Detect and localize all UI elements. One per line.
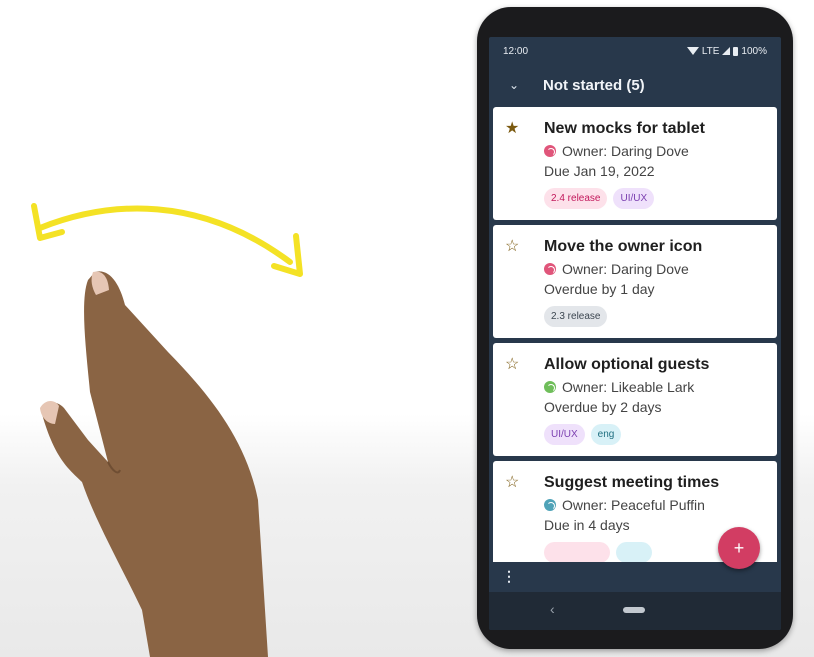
owner-avatar-icon [544,381,556,393]
back-icon[interactable]: ‹ [550,601,555,617]
task-list[interactable]: ★ New mocks for tablet Owner: Daring Dov… [489,105,781,562]
phone-screen: 12:00 LTE 100% ⌄ Not started (5) ★ New m [489,37,781,630]
tag-chips: 2.4 release UI/UX [544,188,777,209]
owner-avatar-icon [544,145,556,157]
status-bar: 12:00 LTE 100% [489,37,781,65]
owner-row: Owner: Likeable Lark [544,378,777,396]
task-title: New mocks for tablet [544,120,705,137]
status-indicators: LTE 100% [686,45,767,57]
star-outline-icon[interactable]: ☆ [505,474,519,492]
scene: 12:00 LTE 100% ⌄ Not started (5) ★ New m [0,0,814,657]
due-date: Overdue by 2 days [544,399,662,415]
tag-chip[interactable]: 2.3 release [544,306,608,327]
owner-row: Owner: Peaceful Puffin [544,496,777,514]
task-title: Move the owner icon [544,238,703,255]
star-filled-icon[interactable]: ★ [505,120,519,138]
due-date: Overdue by 1 day [544,281,655,297]
chevron-down-icon[interactable]: ⌄ [509,78,543,92]
owner-avatar-icon [544,263,556,275]
due-date: Due Jan 19, 2022 [544,163,655,179]
battery-icon [733,46,739,56]
section-title: Not started (5) [543,76,645,94]
owner-label: Owner: Daring Dove [562,261,689,277]
tag-chip[interactable] [544,542,610,562]
status-time: 12:00 [503,45,529,57]
tag-chip[interactable] [616,542,652,562]
task-card[interactable]: ☆ Allow optional guests Owner: Likeable … [493,343,777,456]
signal-icon [722,47,731,55]
owner-row: Owner: Daring Dove [544,260,777,278]
task-card[interactable]: ★ New mocks for tablet Owner: Daring Dov… [493,107,777,220]
section-header[interactable]: ⌄ Not started (5) [489,65,781,105]
wifi-icon [686,47,699,55]
home-pill-icon[interactable] [623,607,645,613]
tag-chip[interactable]: UI/UX [544,424,585,445]
overflow-menu-icon[interactable]: ⋮ [502,568,516,585]
star-outline-icon[interactable]: ☆ [505,238,519,256]
task-title: Suggest meeting times [544,474,720,491]
tag-chips: UI/UX eng [544,424,777,445]
owner-row: Owner: Daring Dove [544,142,777,160]
hand-icon [40,271,268,657]
tag-chips: 2.3 release [544,306,777,327]
tag-chip[interactable]: eng [590,424,622,445]
hand-swipe-illustration [31,203,303,657]
add-task-fab[interactable]: + [718,527,760,569]
phone-device: 12:00 LTE 100% ⌄ Not started (5) ★ New m [477,7,793,649]
task-card[interactable]: ☆ Move the owner icon Owner: Daring Dove… [493,225,777,338]
owner-label: Owner: Likeable Lark [562,379,695,395]
owner-label: Owner: Peaceful Puffin [562,497,705,513]
task-title: Allow optional guests [544,356,710,373]
system-nav-bar: ‹ [489,592,781,630]
star-outline-icon[interactable]: ☆ [505,356,519,374]
battery-level: 100% [741,45,767,57]
tag-chip[interactable]: 2.4 release [544,188,608,209]
network-label: LTE [701,45,720,57]
owner-label: Owner: Daring Dove [562,143,689,159]
swipe-arrow-icon [31,203,303,277]
tag-chip[interactable]: UI/UX [613,188,655,209]
owner-avatar-icon [544,499,556,511]
